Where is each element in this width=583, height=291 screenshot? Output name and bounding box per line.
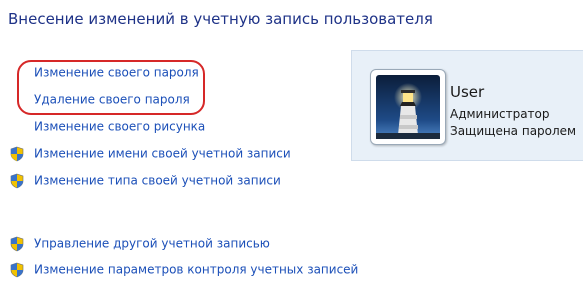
uac-shield-icon bbox=[10, 146, 24, 162]
uac-shield-icon bbox=[10, 173, 24, 189]
uac-shield-icon bbox=[10, 236, 24, 252]
lighthouse-picture-icon bbox=[376, 75, 440, 139]
user-name: User bbox=[450, 83, 485, 101]
user-avatar bbox=[370, 69, 446, 145]
uac-shield-icon bbox=[10, 262, 24, 278]
user-role: Администратор bbox=[450, 107, 550, 121]
change-picture-link[interactable]: Изменение своего рисунка bbox=[34, 119, 205, 134]
control-panel-page: Внесение изменений в учетную запись поль… bbox=[0, 0, 583, 291]
highlight-annotation bbox=[17, 60, 205, 115]
page-title: Внесение изменений в учетную запись поль… bbox=[8, 10, 433, 28]
change-picture-label: Изменение своего рисунка bbox=[34, 119, 206, 134]
uac-settings-label: Изменение параметров контроля учетных за… bbox=[34, 262, 359, 277]
manage-another-account-link[interactable]: Управление другой учетной записью bbox=[34, 236, 270, 251]
change-account-type-link[interactable]: Изменение типа своей учетной записи bbox=[34, 173, 281, 188]
user-account-card: User Администратор Защищена паролем bbox=[351, 50, 583, 161]
user-password-status: Защищена паролем bbox=[450, 124, 577, 138]
change-account-type-label: Изменение типа своей учетной записи bbox=[34, 173, 281, 188]
change-account-name-label: Изменение имени своей учетной записи bbox=[34, 146, 291, 161]
change-account-name-link[interactable]: Изменение имени своей учетной записи bbox=[34, 146, 291, 161]
uac-settings-link[interactable]: Изменение параметров контроля учетных за… bbox=[34, 262, 358, 277]
manage-another-account-label: Управление другой учетной записью bbox=[34, 236, 270, 251]
